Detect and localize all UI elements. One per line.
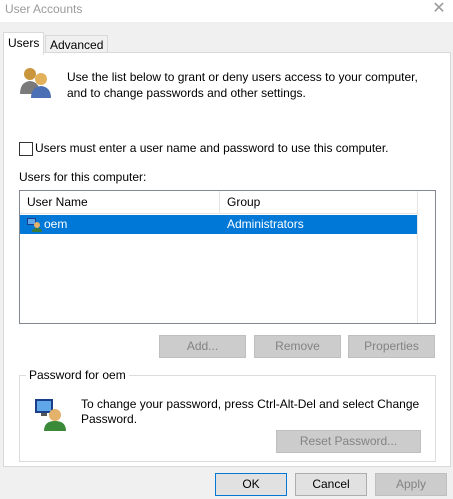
cell-group: Administrators (227, 217, 304, 231)
tab-advanced-label: Advanced (50, 38, 104, 52)
users-panel: Use the list below to grant or deny user… (3, 52, 451, 467)
properties-button[interactable]: Properties (348, 335, 435, 358)
users-list[interactable]: User Name Group oem Administrators (19, 190, 436, 324)
tab-users[interactable]: Users (3, 32, 45, 55)
password-group: Password for oem To change your password… (19, 368, 436, 462)
dialog-client: Users Advanced Use the list below to gra… (0, 22, 453, 499)
apply-button[interactable]: Apply (375, 473, 447, 496)
reset-password-button[interactable]: Reset Password... (276, 430, 421, 453)
column-header-user-name[interactable]: User Name (20, 191, 220, 213)
add-button[interactable]: Add... (159, 335, 246, 358)
close-icon[interactable]: ✕ (432, 1, 446, 17)
cell-user-name: oem (44, 217, 68, 231)
require-login-checkbox[interactable] (19, 142, 33, 156)
require-login-label[interactable]: Users must enter a user name and passwor… (35, 141, 389, 155)
users-icon (20, 68, 51, 98)
cancel-button[interactable]: Cancel (295, 473, 367, 496)
password-group-text: To change your password, press Ctrl-Alt-… (81, 397, 420, 426)
list-scrollbar[interactable] (417, 191, 435, 323)
remove-button[interactable]: Remove (254, 335, 341, 358)
list-header: User Name Group (20, 191, 418, 214)
ok-button[interactable]: OK (215, 473, 287, 496)
title-bar: User Accounts ✕ (0, 0, 453, 22)
table-row[interactable]: oem Administrators (20, 215, 418, 234)
user-row-icon (27, 218, 42, 232)
column-header-group[interactable]: Group (220, 191, 417, 213)
password-user-icon (35, 399, 66, 431)
window-title: User Accounts (5, 2, 83, 16)
tab-users-label: Users (8, 36, 40, 50)
intro-text: Use the list below to grant or deny user… (67, 70, 418, 100)
password-group-title: Password for oem (26, 368, 129, 382)
users-label: Users for this computer: (19, 170, 147, 184)
